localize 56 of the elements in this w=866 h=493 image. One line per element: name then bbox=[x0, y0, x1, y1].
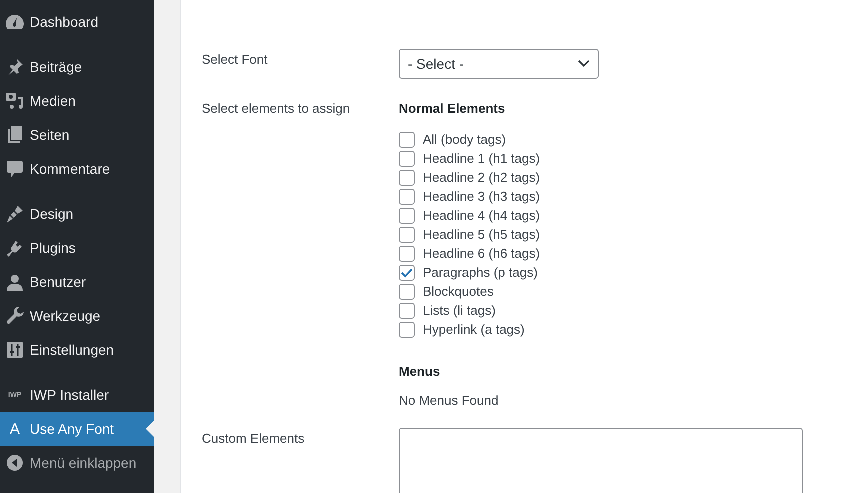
checkbox[interactable] bbox=[399, 170, 415, 186]
font-select[interactable]: - Select - bbox=[399, 49, 599, 79]
sidebar-item[interactable]: Beiträge bbox=[0, 50, 154, 84]
checkmark-icon bbox=[401, 268, 413, 278]
field-label: Select Font bbox=[202, 51, 269, 69]
checkbox-option[interactable]: Headline 6 (h6 tags) bbox=[399, 244, 540, 263]
section-heading: Menus bbox=[399, 364, 442, 379]
checkbox[interactable] bbox=[399, 246, 415, 262]
checkbox-option[interactable]: Headline 2 (h2 tags) bbox=[399, 168, 540, 187]
checkbox-option[interactable]: Paragraphs (p tags) bbox=[399, 263, 540, 282]
empty-message: No Menus Found bbox=[399, 393, 500, 408]
sliders-icon bbox=[7, 342, 23, 358]
sidebar-item[interactable]: Dashboard bbox=[0, 5, 154, 39]
sidebar-item[interactable]: Einstellungen bbox=[0, 333, 154, 367]
sidebar-item[interactable]: Plugins bbox=[0, 231, 154, 265]
sidebar-item[interactable]: Design bbox=[0, 197, 154, 231]
checkbox[interactable] bbox=[399, 226, 415, 242]
collapse-menu-button[interactable]: Menü einklappen bbox=[0, 446, 154, 480]
checkbox-option[interactable]: Headline 4 (h4 tags) bbox=[399, 206, 540, 225]
collapse-icon bbox=[7, 455, 23, 471]
checkbox-option[interactable]: Headline 5 (h5 tags) bbox=[399, 225, 540, 244]
pin-icon bbox=[6, 58, 24, 76]
field-label: Select elements to assign bbox=[202, 100, 352, 118]
checkbox-option[interactable]: Headline 1 (h1 tags) bbox=[399, 149, 540, 168]
section-heading: Normal Elements bbox=[399, 101, 506, 116]
plug-icon bbox=[6, 239, 24, 257]
checkbox-option[interactable]: Lists (li tags) bbox=[399, 301, 540, 320]
media-icon bbox=[6, 92, 24, 110]
gauge-icon bbox=[6, 15, 24, 29]
sidebar-item[interactable]: Benutzer bbox=[0, 265, 154, 299]
checkbox-option[interactable]: All (body tags) bbox=[399, 130, 540, 149]
sidebar-item[interactable]: A Use Any Font bbox=[0, 412, 154, 446]
checkbox[interactable] bbox=[399, 150, 415, 166]
checkbox[interactable] bbox=[399, 302, 415, 318]
checkbox[interactable] bbox=[399, 264, 415, 280]
sidebar-item[interactable]: Seiten bbox=[0, 118, 154, 152]
user-icon bbox=[7, 274, 23, 290]
checkbox-option[interactable]: Hyperlink (a tags) bbox=[399, 320, 540, 339]
checkbox[interactable] bbox=[399, 132, 415, 148]
chevron-down-icon bbox=[578, 60, 590, 68]
sidebar-item[interactable]: Werkzeuge bbox=[0, 299, 154, 333]
logo-text: A bbox=[10, 420, 20, 438]
sidebar-item[interactable]: Kommentare bbox=[0, 152, 154, 186]
checkbox[interactable] bbox=[399, 284, 415, 300]
pages-icon bbox=[7, 126, 23, 144]
checkbox[interactable] bbox=[399, 322, 415, 338]
checkbox[interactable] bbox=[399, 188, 415, 204]
sidebar-item[interactable]: Medien bbox=[0, 84, 154, 118]
field-label: Custom Elements bbox=[202, 430, 306, 448]
checkbox-option[interactable]: Headline 3 (h3 tags) bbox=[399, 187, 540, 206]
custom-elements-field[interactable] bbox=[399, 428, 803, 493]
checkbox[interactable] bbox=[399, 208, 415, 224]
checkbox-option[interactable]: Blockquotes bbox=[399, 282, 540, 301]
brush-icon bbox=[6, 205, 24, 223]
speech-bubble-icon bbox=[7, 160, 23, 178]
wrench-icon bbox=[6, 307, 24, 325]
